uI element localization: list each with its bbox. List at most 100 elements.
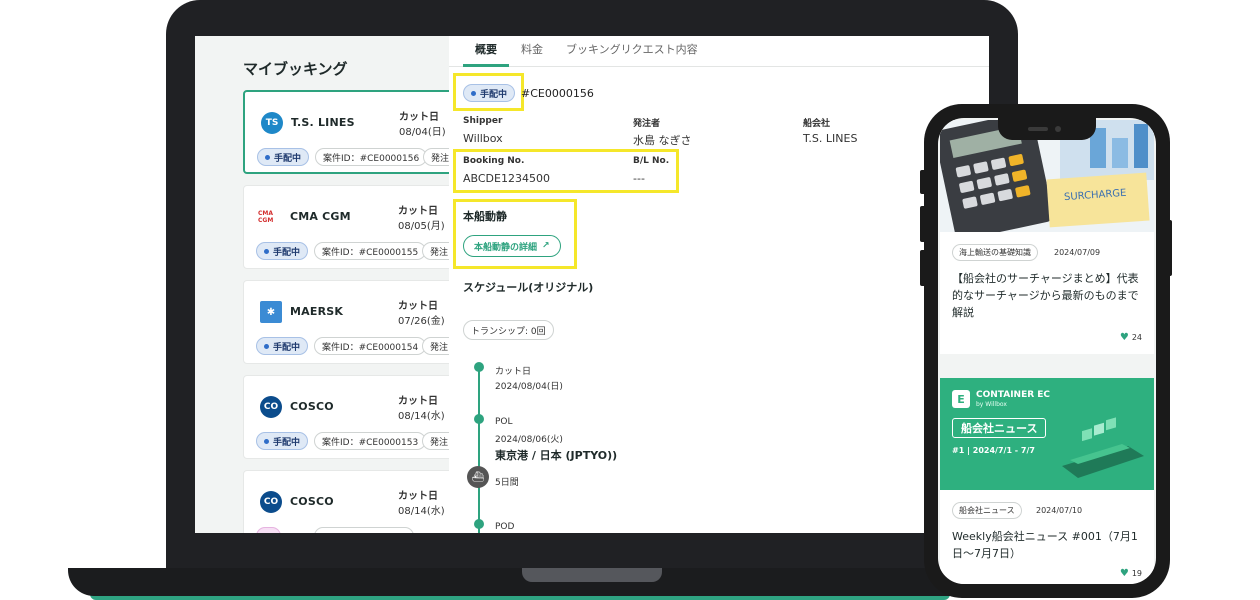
active-tab-indicator xyxy=(463,64,509,67)
carrier-logo: ✱ xyxy=(260,301,282,323)
carrier-label: 船会社 xyxy=(803,119,831,129)
booking-no-value: ABCDE1234500 xyxy=(463,172,550,185)
status-badge: 手配中 xyxy=(256,337,309,355)
phone-notch xyxy=(998,118,1096,140)
schedule-section-title: スケジュール(オリジナル) xyxy=(463,281,594,294)
booking-card[interactable]: CO COSCO カット日 08/14(水) 手配中 案件ID：#CE00001… xyxy=(243,375,483,459)
external-link-icon: ↗ xyxy=(542,241,550,251)
cut-date-label: カット日 xyxy=(398,206,438,217)
timeline-pol-date: 2024/08/06(火) xyxy=(495,435,563,445)
status-badge: 手配中 xyxy=(463,84,516,102)
case-id-chip: 案件ID：#CE0000155 xyxy=(314,242,427,260)
carrier-name: MAERSK xyxy=(290,305,344,318)
article-card[interactable]: E CONTAINER EC by Willbox 船会社ニュース #1 | 2… xyxy=(940,378,1154,584)
ship-icon: ⛴ xyxy=(467,466,489,488)
cut-date-value: 08/05(月) xyxy=(398,221,445,232)
carrier-logo: CO xyxy=(260,491,282,513)
status-badge: 手配中 xyxy=(256,432,309,450)
tab-overview[interactable]: 概要 xyxy=(475,41,497,57)
vessel-detail-button[interactable]: 本船動静の詳細 ↗ xyxy=(463,235,561,257)
case-id-chip: 案件ID：#CE0000156 xyxy=(315,148,428,166)
container-ec-logo-icon: E xyxy=(952,390,970,408)
bl-no-label: B/L No. xyxy=(633,156,670,166)
cut-date-value: 07/26(金) xyxy=(398,316,445,327)
page-title: マイブッキング xyxy=(243,60,348,78)
laptop-notch xyxy=(522,568,662,582)
booking-card[interactable]: TS T.S. LINES カット日 08/04(日) 手配中 案件ID：#CE… xyxy=(243,90,483,174)
article-tag: 船会社ニュース xyxy=(952,502,1022,519)
orderer-label: 発注者 xyxy=(633,119,661,129)
likes-count: 24 xyxy=(1131,333,1142,342)
status-badge: 手配中 xyxy=(256,242,309,260)
booking-card[interactable]: CMA CGM CMA CGM カット日 08/05(月) 手配中 案件ID：#… xyxy=(243,185,483,269)
timeline-dot xyxy=(474,519,484,529)
timeline-pol-label: POL xyxy=(495,417,513,427)
cut-date-value: 08/04(日) xyxy=(399,127,446,138)
banner-period: #1 | 2024/7/1 - 7/7 xyxy=(952,446,1035,455)
tab-booking-request[interactable]: ブッキングリクエスト内容 xyxy=(566,41,698,57)
case-id-chip xyxy=(314,527,414,533)
carrier-logo: CMA CGM xyxy=(258,210,274,224)
cut-date-value: 08/14(水) xyxy=(398,411,445,422)
cut-date-label: カット日 xyxy=(398,491,438,502)
article-title: 【船会社のサーチャージまとめ】代表的なサーチャージから最新のものまで解説 xyxy=(952,272,1139,319)
case-id-chip: 案件ID：#CE0000154 xyxy=(314,337,427,355)
vessel-detail-button-label: 本船動静の詳細 xyxy=(474,242,538,253)
timeline-pod-label: POD xyxy=(495,522,515,532)
booking-no-label: Booking No. xyxy=(463,156,525,166)
tab-charges[interactable]: 料金 xyxy=(521,41,543,57)
container-ship-icon xyxy=(1062,417,1144,478)
article-title: Weekly船会社ニュース #001（7月1日〜7月7日） xyxy=(952,530,1138,560)
orderer-value: 水島 なぎさ xyxy=(633,134,692,147)
timeline-line xyxy=(478,366,480,533)
article-card[interactable]: SURCHARGE 海上輸送の基礎知識 2024/07/09 【船会社のサーチャ… xyxy=(938,118,1154,354)
bl-no-value: --- xyxy=(633,172,645,185)
article-date: 2024/07/09 xyxy=(1054,248,1101,257)
booking-card[interactable]: ✱ MAERSK カット日 07/26(金) 手配中 案件ID：#CE00001… xyxy=(243,280,483,364)
timeline-cut-label: カット日 xyxy=(495,367,532,377)
status-badge xyxy=(256,527,281,533)
cut-date-label: カット日 xyxy=(398,301,438,312)
case-id-chip: 案件ID：#CE0000153 xyxy=(314,432,427,450)
phone-screen: SURCHARGE 海上輸送の基礎知識 2024/07/09 【船会社のサーチャ… xyxy=(938,118,1156,584)
booking-detail-panel: 概要 料金 ブッキングリクエスト内容 手配中 #CE0000156 Shippe… xyxy=(449,36,989,533)
timeline-dot xyxy=(474,414,484,424)
shipper-value: Willbox xyxy=(463,132,503,145)
carrier-name: T.S. LINES xyxy=(291,116,355,129)
shipper-label: Shipper xyxy=(463,116,503,126)
timeline-dot xyxy=(474,362,484,372)
carrier-name: COSCO xyxy=(290,400,334,413)
speaker-grille xyxy=(1028,127,1048,131)
article-banner: E CONTAINER EC by Willbox 船会社ニュース #1 | 2… xyxy=(940,378,1154,490)
timeline-pol-port: 東京港 / 日本 (JPTYO)) xyxy=(495,449,618,462)
carrier-name: CMA CGM xyxy=(290,210,351,223)
vessel-section-title: 本船動静 xyxy=(463,210,507,223)
article-likes: ♥ 19 xyxy=(1120,568,1142,579)
carrier-logo: TS xyxy=(261,112,283,134)
booking-card[interactable]: CO COSCO カット日 08/14(水) xyxy=(243,470,483,533)
likes-count: 19 xyxy=(1131,569,1142,578)
timeline-duration: 5日間 xyxy=(495,478,519,488)
heart-icon: ♥ xyxy=(1119,568,1129,579)
front-camera xyxy=(1055,126,1061,132)
banner-brand: CONTAINER EC xyxy=(976,390,1051,400)
article-tag: 海上輸送の基礎知識 xyxy=(952,244,1038,261)
banner-title: 船会社ニュース xyxy=(952,418,1047,438)
timeline-cut-date: 2024/08/04(日) xyxy=(495,382,563,392)
laptop-screen: マイブッキング TS T.S. LINES カット日 08/04(日) 手配中 … xyxy=(195,36,989,533)
phone-frame: SURCHARGE 海上輸送の基礎知識 2024/07/09 【船会社のサーチャ… xyxy=(924,104,1170,598)
status-badge: 手配中 xyxy=(257,148,310,166)
carrier-value: T.S. LINES xyxy=(803,132,858,145)
article-date: 2024/07/10 xyxy=(1036,506,1083,515)
booking-id: #CE0000156 xyxy=(521,87,594,100)
transship-chip: トランシップ: 0回 xyxy=(463,320,554,340)
carrier-logo: CO xyxy=(260,396,282,418)
heart-icon: ♥ xyxy=(1119,332,1129,343)
cut-date-value: 08/14(水) xyxy=(398,506,445,517)
cut-date-label: カット日 xyxy=(398,396,438,407)
banner-sub: by Willbox xyxy=(976,401,1007,408)
carrier-name: COSCO xyxy=(290,495,334,508)
cut-date-label: カット日 xyxy=(399,112,439,123)
detail-tabs: 概要 料金 ブッキングリクエスト内容 xyxy=(449,36,989,67)
article-likes: ♥ 24 xyxy=(1120,332,1142,343)
